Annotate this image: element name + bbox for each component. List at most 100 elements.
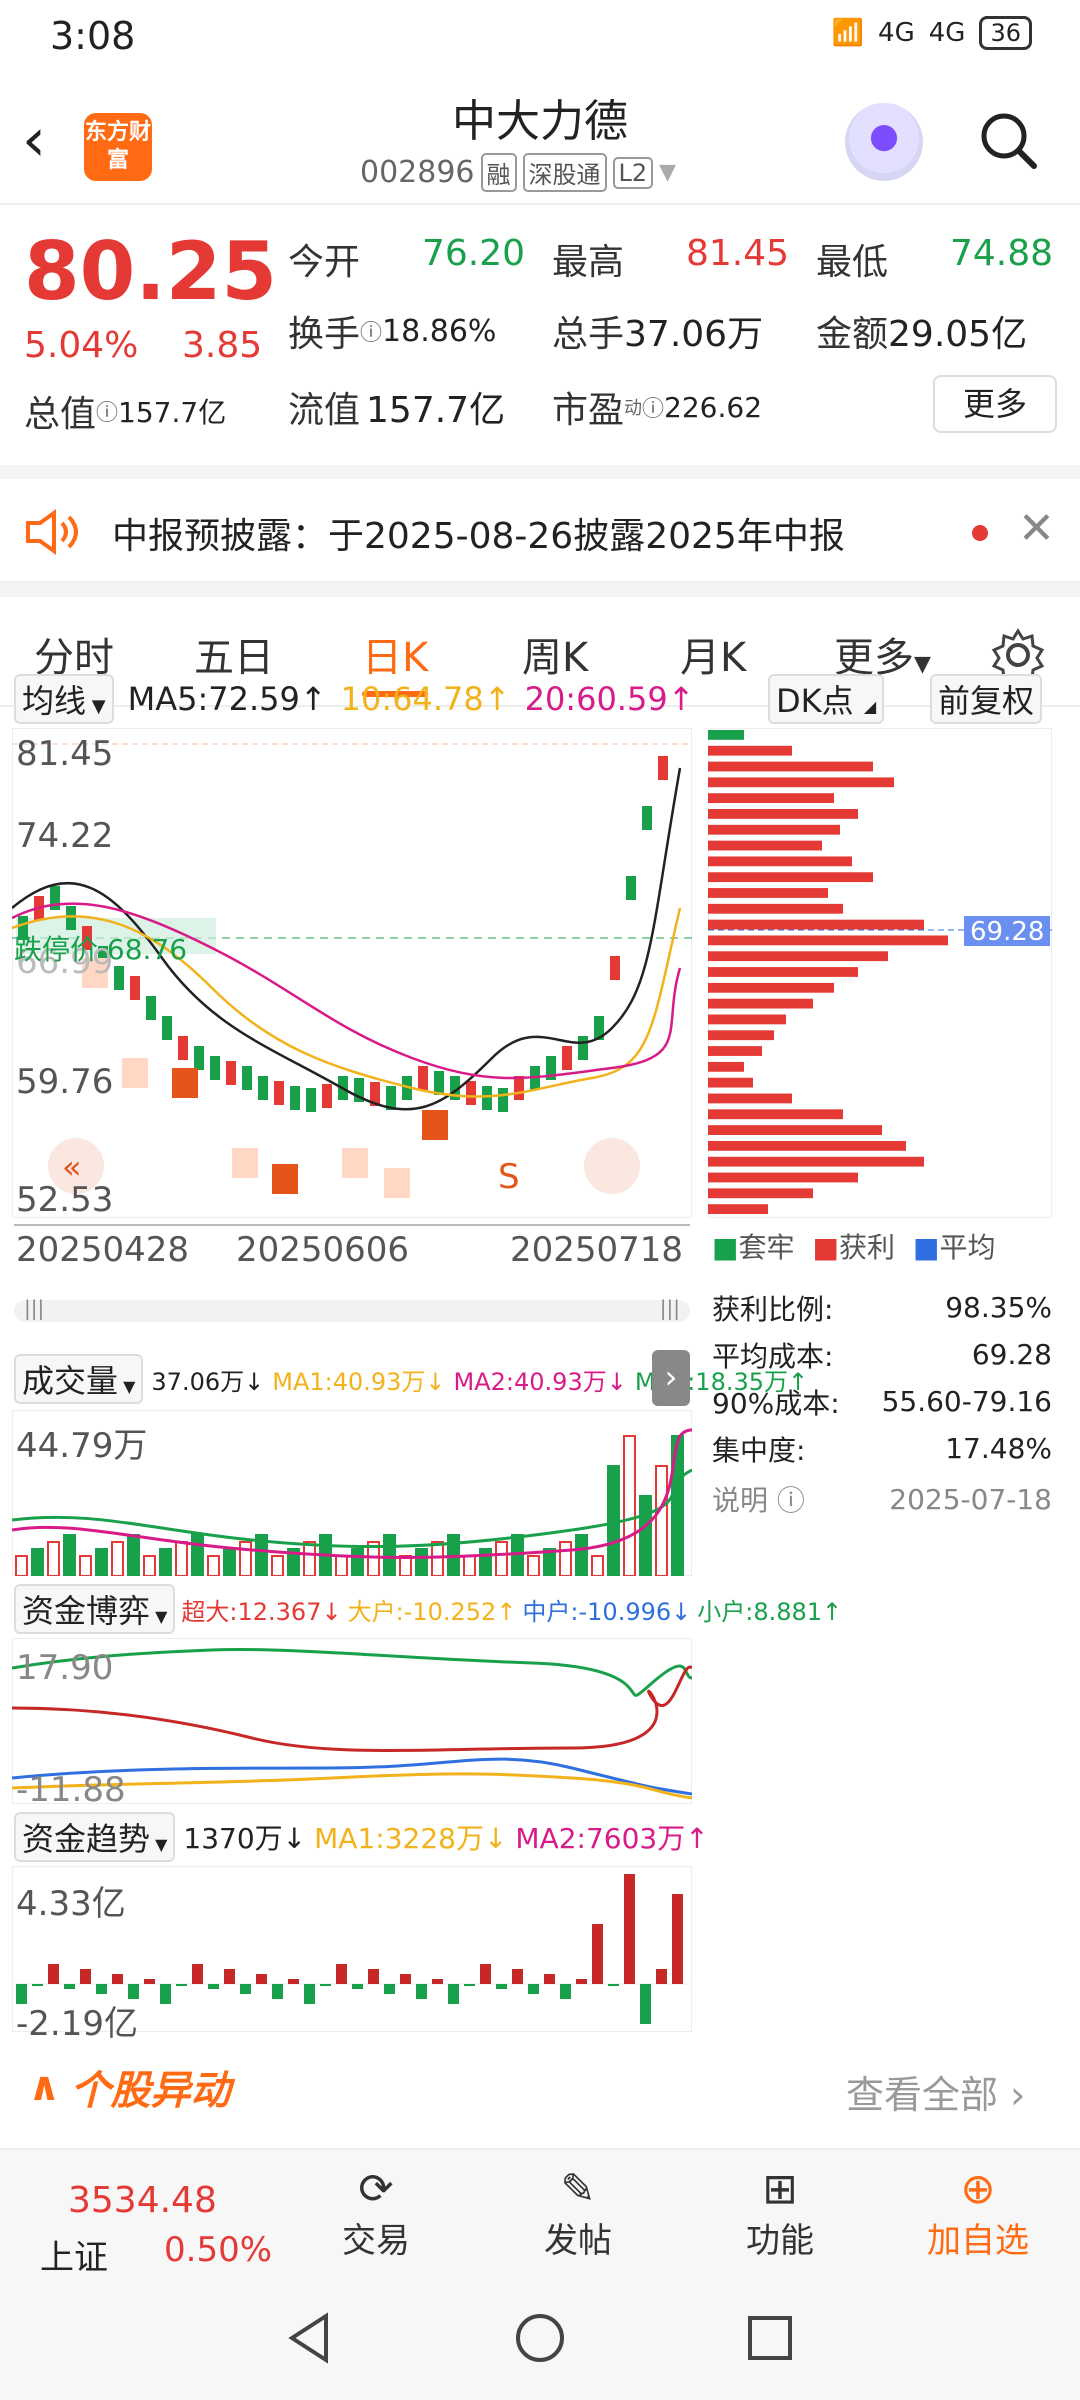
trend-bar <box>112 1974 123 1984</box>
index-change[interactable]: 0.50% <box>164 2230 272 2270</box>
trend-bar <box>96 1984 107 1994</box>
fund-trend-select[interactable]: 资金趋势 ▼ <box>14 1812 176 1862</box>
trend-bar <box>480 1964 491 1984</box>
drag-handle-right[interactable]: ||| <box>660 1296 680 1320</box>
chip-bar <box>708 1156 924 1167</box>
pe-value: 226.62 <box>664 390 763 424</box>
trend-bar <box>256 1974 267 1984</box>
close-icon[interactable]: ✕ <box>1018 503 1055 554</box>
limit-label: 跌停价 68.76 <box>14 933 188 966</box>
sell-signal: S <box>498 1157 520 1197</box>
chip-bar <box>708 888 828 898</box>
chip-bar <box>708 1172 858 1183</box>
y-tick-max: 81.45 <box>16 734 114 774</box>
chip-bar <box>708 777 894 788</box>
fund-game-select[interactable]: 资金博弈 ▼ <box>14 1584 176 1634</box>
ma5-label: MA5:72.59↑ <box>127 680 327 718</box>
chip-bar <box>708 872 873 883</box>
chip-bar <box>708 761 873 772</box>
avg-cost-marker: 69.28 <box>970 917 1044 947</box>
volume-bar <box>511 1534 524 1576</box>
back-triangle-icon[interactable] <box>282 2310 338 2366</box>
chip-bar <box>708 1061 744 1072</box>
view-all-link[interactable]: 查看全部 › <box>846 2064 1025 2119</box>
divider <box>0 583 1080 597</box>
trend-bar <box>624 1874 635 1984</box>
chip-bar <box>708 793 834 804</box>
movement-title[interactable]: ∧ 个股异动 <box>28 2058 230 2116</box>
expand-right-icon[interactable]: › <box>652 1350 690 1406</box>
high-value: 81.45 <box>686 233 790 274</box>
candle <box>514 1076 524 1100</box>
tag-margin: 融 <box>480 153 517 192</box>
more-button[interactable]: 更多 <box>933 375 1057 433</box>
candle <box>578 1036 588 1060</box>
kline-chart[interactable]: S « <box>12 728 692 1218</box>
volume-bar <box>223 1548 236 1576</box>
trend-bar <box>640 1984 651 2024</box>
notice-bar[interactable]: 中报预披露：于2025-08-26披露2025年中报 ✕ <box>0 479 1080 583</box>
explain-link[interactable]: 说明 ⓘ <box>712 1479 805 1519</box>
candle <box>258 1076 268 1100</box>
quote-panel: 80.25 5.04% 3.85 总值 ⓘ 157.7亿 今开 76.20 最高… <box>0 205 1080 465</box>
dropdown-icon: ▼ <box>150 1607 168 1626</box>
trend-bar <box>368 1969 379 1984</box>
unread-dot <box>972 525 988 541</box>
candle <box>274 1081 284 1105</box>
dropdown-icon: ▼ <box>659 160 677 185</box>
indicator-select[interactable]: 均线 ▼ <box>14 674 114 724</box>
open-value: 76.20 <box>422 233 526 274</box>
tag-level2: L2 <box>612 156 654 189</box>
divider <box>0 465 1080 479</box>
trend-bar <box>288 1979 299 1984</box>
home-circle-icon[interactable] <box>512 2310 568 2366</box>
chip-distribution-chart[interactable]: 69.28 <box>708 728 1052 1218</box>
x-tick-2: 20250606 <box>236 1230 410 1270</box>
search-icon[interactable] <box>978 110 1038 170</box>
trend-bar <box>352 1984 363 1989</box>
volume-indicator-select[interactable]: 成交量 ▼ <box>14 1354 144 1404</box>
nav-add-watchlist[interactable]: ⊕ 加自选 <box>908 2164 1048 2262</box>
stock-code: 002896 <box>360 155 475 190</box>
nav-trade[interactable]: ⟳ 交易 <box>306 2164 446 2262</box>
chip-bar <box>708 840 822 851</box>
drag-handle-left[interactable]: ||| <box>24 1296 44 1320</box>
stock-subtitle[interactable]: 002896 融 深股通 L2 ▼ <box>360 153 676 192</box>
trend-bar <box>656 1969 667 1984</box>
volume-bar <box>159 1548 172 1576</box>
info-icon[interactable]: ⓘ <box>96 395 118 427</box>
info-icon[interactable]: ⓘ <box>360 315 382 347</box>
volume-bar <box>351 1548 364 1576</box>
trend-bar <box>512 1969 523 1984</box>
adjust-button[interactable]: 前复权 <box>930 674 1043 724</box>
legend-profit: ■获利 <box>812 1231 895 1264</box>
chip-bar <box>708 1140 906 1151</box>
x-tick-1: 20250428 <box>16 1230 190 1270</box>
index-name[interactable]: 上证 <box>40 2230 108 2279</box>
chip-bar <box>708 1125 882 1135</box>
recents-square-icon[interactable] <box>742 2310 798 2366</box>
assistant-robot-icon[interactable] <box>845 103 923 181</box>
chip-bar <box>708 919 924 930</box>
info-icon[interactable]: ⓘ <box>642 391 664 423</box>
change-pct: 5.04% <box>24 325 139 366</box>
nav-post[interactable]: ✎ 发帖 <box>508 2164 648 2262</box>
latest-button[interactable] <box>584 1138 640 1194</box>
legend-average: ■平均 <box>912 1231 996 1264</box>
volume-bar <box>479 1548 492 1576</box>
float-value: 157.7亿 <box>366 390 506 431</box>
dk-point-button[interactable]: DK点 ◢ <box>768 674 885 724</box>
mktcap-value: 157.7亿 <box>118 396 227 429</box>
fund-trend-header: 资金趋势 ▼ 1370万↓ MA1:3228万↓ MA2:7603万↑ <box>14 1812 709 1862</box>
range-scrollbar[interactable]: ||| ||| <box>14 1296 690 1322</box>
candle <box>226 1061 236 1085</box>
volume-bar <box>575 1534 588 1576</box>
nav-function[interactable]: ⊞ 功能 <box>710 2164 850 2262</box>
candle <box>642 806 652 830</box>
index-value[interactable]: 3534.48 <box>68 2180 217 2221</box>
volume-bar <box>127 1534 140 1576</box>
chip-bar <box>708 1077 753 1088</box>
trend-bar <box>208 1984 219 1989</box>
grid-icon: ⊞ <box>762 2164 798 2213</box>
chip-bar <box>708 1109 843 1120</box>
